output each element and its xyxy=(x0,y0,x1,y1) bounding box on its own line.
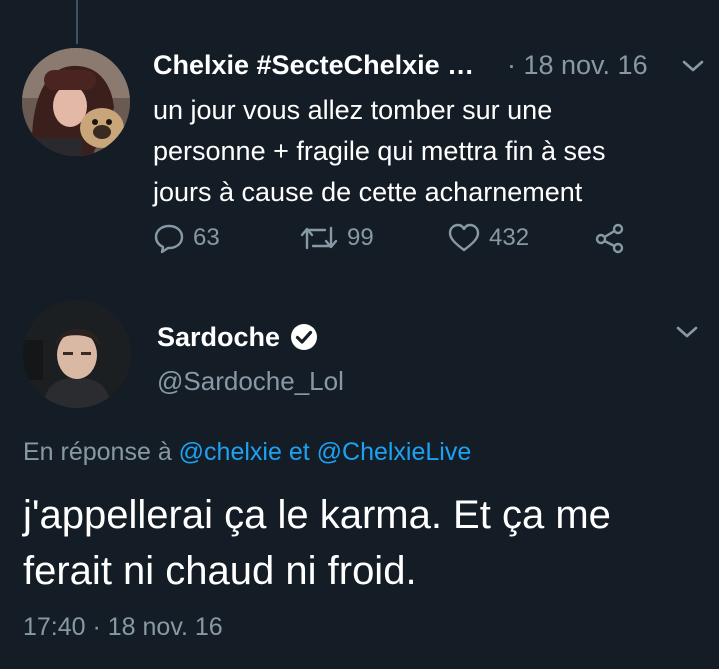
mention-link[interactable]: @chelxie xyxy=(179,438,282,466)
mention-link[interactable]: @ChelxieLive xyxy=(317,438,472,466)
tweet1-date[interactable]: · 18 nov. 16 xyxy=(507,50,648,81)
chevron-down-icon[interactable] xyxy=(681,57,705,80)
reply-button[interactable]: 63 xyxy=(153,222,220,254)
retweet-count: 99 xyxy=(347,224,374,251)
tweet1-text-line: jours à cause de cette acharnement xyxy=(153,177,583,207)
tweet1-text: un jour vous allez tomber sur une person… xyxy=(153,90,693,213)
share-icon xyxy=(593,222,627,254)
tweet2-text: j'appellerai ça le karma. Et ça me ferai… xyxy=(23,487,703,599)
chevron-down-icon[interactable] xyxy=(675,323,699,346)
retweet-button[interactable]: 99 xyxy=(299,222,374,254)
tweet1-text-line: personne + fragile qui mettra fin à ses xyxy=(153,136,606,166)
tweet1-header: Chelxie #SecteChelxie … · 18 nov. 16 xyxy=(153,45,704,85)
reply-context: En réponse à @chelxie et @ChelxieLive xyxy=(23,438,471,467)
reply-conjunction: et xyxy=(288,438,310,466)
share-button[interactable] xyxy=(593,222,627,254)
tweet1-text-line: un jour vous allez tomber sur une xyxy=(153,95,553,125)
retweet-icon xyxy=(299,222,339,254)
tweet2-text-line: j'appellerai ça le karma. Et ça me xyxy=(23,493,611,537)
tweet1-author-name[interactable]: Chelxie #SecteChelxie … xyxy=(153,50,474,81)
tweet2-timestamp: 17:40 · 18 nov. 16 xyxy=(23,613,223,641)
reply-icon xyxy=(153,222,185,254)
tweet2-handle[interactable]: @Sardoche_Lol xyxy=(157,366,344,397)
verified-badge-icon xyxy=(289,322,319,357)
like-button[interactable]: 432 xyxy=(447,222,529,254)
reply-prefix: En réponse à xyxy=(23,438,172,466)
thread-connector-line xyxy=(76,0,78,44)
tweet1-action-bar: 63 99 432 xyxy=(153,222,653,262)
avatar-chelxie[interactable] xyxy=(22,48,130,156)
like-count: 432 xyxy=(489,224,530,251)
reply-count: 63 xyxy=(193,224,220,251)
tweet2-author-name[interactable]: Sardoche xyxy=(157,322,280,353)
like-icon xyxy=(447,222,481,254)
avatar-sardoche[interactable] xyxy=(23,300,131,408)
tweet2-text-line: ferait ni chaud ni froid. xyxy=(23,549,417,593)
